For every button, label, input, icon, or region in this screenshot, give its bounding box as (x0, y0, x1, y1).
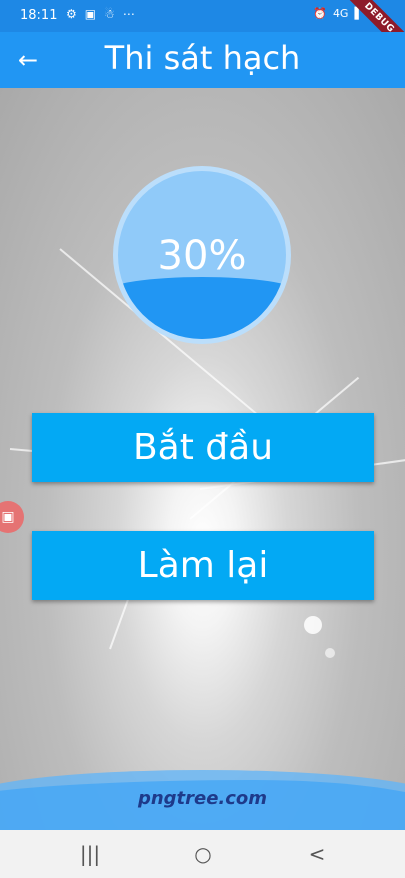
progress-fill (118, 276, 286, 339)
recents-icon[interactable]: ||| (70, 840, 110, 868)
progress-circle: 30% (113, 166, 291, 344)
retry-button[interactable]: Làm lại (32, 531, 374, 600)
nav-back-icon[interactable]: < (297, 840, 337, 868)
notification-icon: ☃ (104, 7, 115, 21)
start-button[interactable]: Bắt đầu (32, 413, 374, 482)
watermark: pngtree.com (137, 788, 268, 809)
home-icon[interactable]: ○ (183, 840, 223, 868)
lens-flare (325, 648, 335, 658)
app-bar: ← Thi sát hạch (0, 32, 405, 88)
status-bar: 18:11 ⚙ ▣ ☃ ⋯ ⏰ 4G ▌ ▮ DEBUG (0, 0, 405, 67)
more-icon: ⋯ (122, 7, 135, 21)
system-nav-bar: ||| ○ < (0, 830, 405, 878)
settings-icon: ⚙ (66, 7, 77, 21)
status-time: 18:11 (20, 8, 58, 23)
lens-flare (304, 616, 322, 634)
progress-label: 30% (157, 233, 247, 279)
screen-record-icon[interactable]: ▣ (0, 501, 24, 533)
page-title: Thi sát hạch (104, 39, 301, 77)
alarm-icon: ⏰ (313, 7, 327, 20)
main-content: 30% Bắt đầu Làm lại ▣ pngtree.com (0, 88, 405, 830)
status-left-icons: ⚙ ▣ ☃ ⋯ (66, 7, 135, 21)
network-type-icon: 4G (332, 7, 349, 20)
image-icon: ▣ (84, 7, 97, 21)
